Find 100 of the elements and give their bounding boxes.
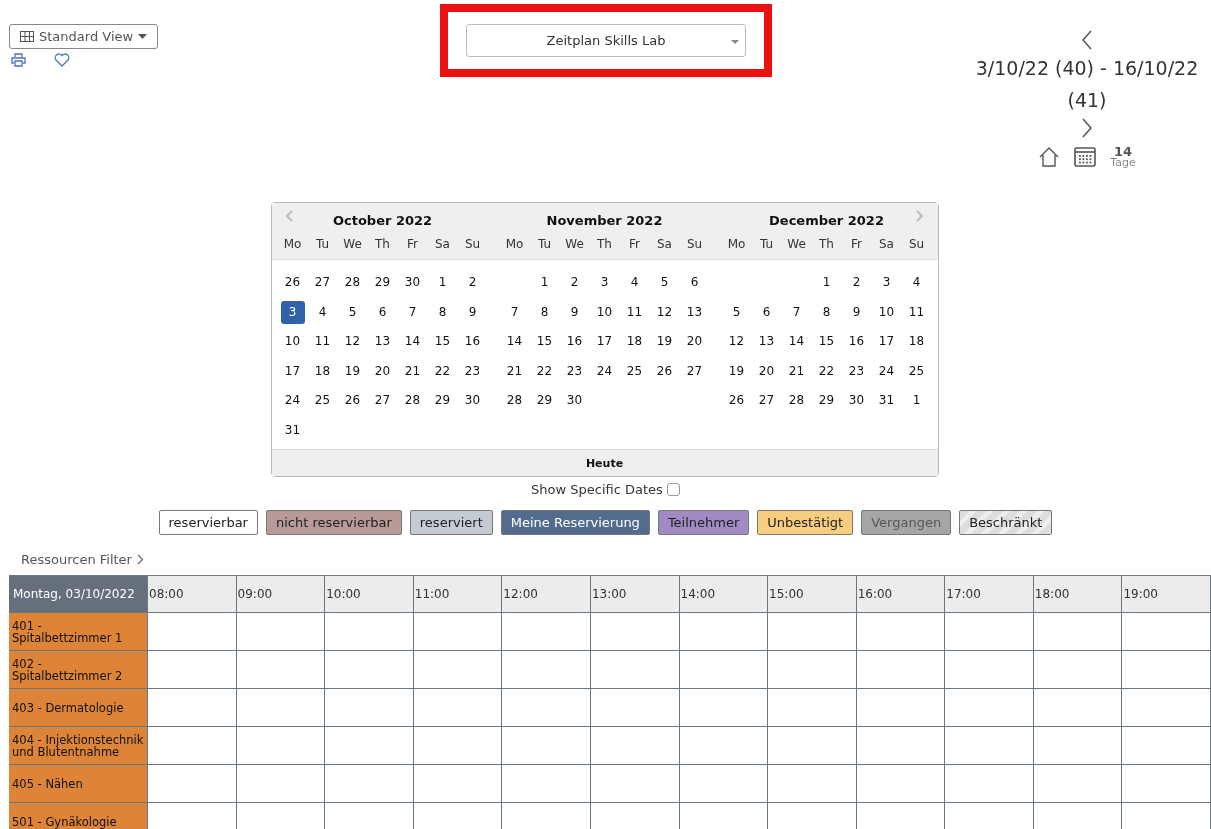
calendar-day[interactable]: 26 — [652, 359, 677, 383]
time-slot[interactable] — [1033, 651, 1123, 689]
calendar-day[interactable]: 17 — [592, 330, 617, 354]
time-slot[interactable] — [590, 651, 680, 689]
time-slot[interactable] — [325, 651, 414, 689]
calendar-day[interactable]: 4 — [622, 271, 647, 295]
time-slot[interactable] — [945, 765, 1034, 803]
calendar-day[interactable]: 26 — [280, 271, 305, 295]
calendar-day[interactable]: 6 — [370, 300, 395, 324]
time-slot[interactable] — [768, 613, 857, 651]
time-slot[interactable] — [413, 689, 503, 727]
calendar-day[interactable]: 29 — [814, 389, 839, 413]
calendar-day[interactable]: 27 — [682, 359, 707, 383]
calendar-day[interactable]: 20 — [682, 330, 707, 354]
time-slot[interactable] — [502, 651, 591, 689]
time-slot[interactable] — [502, 765, 591, 803]
time-slot[interactable] — [236, 651, 326, 689]
calendar-day[interactable]: 30 — [562, 389, 587, 413]
home-icon[interactable] — [1038, 146, 1061, 168]
time-slot[interactable] — [236, 613, 326, 651]
time-slot[interactable] — [679, 765, 769, 803]
calendar-day[interactable]: 23 — [460, 359, 485, 383]
time-slot[interactable] — [1122, 765, 1211, 803]
time-slot[interactable] — [236, 727, 326, 765]
calendar-day[interactable]: 23 — [562, 359, 587, 383]
calendar-day[interactable]: 27 — [754, 389, 779, 413]
calendar-day[interactable]: 25 — [904, 359, 929, 383]
time-slot[interactable] — [413, 727, 503, 765]
calendar-day[interactable]: 12 — [652, 300, 677, 324]
view-button[interactable]: Standard View — [9, 24, 159, 49]
time-slot[interactable] — [148, 613, 237, 651]
calendar-day[interactable]: 8 — [532, 300, 557, 324]
time-slot[interactable] — [945, 613, 1034, 651]
calendar-day[interactable]: 18 — [904, 330, 929, 354]
calendar-day[interactable]: 28 — [340, 271, 365, 295]
calendar-day[interactable]: 31 — [280, 418, 305, 442]
time-slot[interactable] — [502, 613, 591, 651]
time-slot[interactable] — [236, 689, 326, 727]
calendar-day[interactable]: 24 — [280, 389, 305, 413]
calendar-day[interactable]: 17 — [280, 359, 305, 383]
time-slot[interactable] — [413, 613, 503, 651]
time-slot[interactable] — [148, 689, 237, 727]
time-slot[interactable] — [413, 651, 503, 689]
calendar-day[interactable]: 1 — [430, 271, 455, 295]
calendar-day[interactable]: 29 — [430, 389, 455, 413]
chevron-left-icon[interactable] — [1081, 30, 1093, 50]
calendar-day[interactable]: 5 — [340, 300, 365, 324]
calendar-day[interactable]: 13 — [682, 300, 707, 324]
calendar-day[interactable]: 2 — [460, 271, 485, 295]
time-slot[interactable] — [148, 727, 237, 765]
calendar-day[interactable]: 1 — [532, 271, 557, 295]
time-slot[interactable] — [856, 765, 946, 803]
calendar-day[interactable]: 19 — [340, 359, 365, 383]
calendar-day[interactable]: 2 — [844, 271, 869, 295]
calendar-day[interactable]: 15 — [532, 330, 557, 354]
calendar-day[interactable]: 18 — [310, 359, 335, 383]
calendar-day[interactable]: 5 — [652, 271, 677, 295]
calendar-day[interactable]: 1 — [814, 271, 839, 295]
calendar-day[interactable]: 27 — [310, 271, 335, 295]
time-slot[interactable] — [1033, 727, 1123, 765]
calendar-day[interactable]: 15 — [814, 330, 839, 354]
calendar-day[interactable]: 10 — [592, 300, 617, 324]
time-slot[interactable] — [502, 689, 591, 727]
time-slot[interactable] — [502, 727, 591, 765]
time-slot[interactable] — [325, 613, 414, 651]
time-slot[interactable] — [148, 651, 237, 689]
time-slot[interactable] — [590, 765, 680, 803]
time-slot[interactable] — [1122, 613, 1211, 651]
time-slot[interactable] — [325, 727, 414, 765]
calendar-day[interactable]: 16 — [562, 330, 587, 354]
calendar-day[interactable]: 20 — [370, 359, 395, 383]
printer-icon[interactable] — [11, 53, 26, 67]
calendar-day[interactable]: 5 — [724, 300, 749, 324]
calendar-day[interactable]: 7 — [400, 300, 425, 324]
calendar-day[interactable]: 9 — [460, 300, 485, 324]
calendar-day[interactable]: 14 — [400, 330, 425, 354]
calendar-day[interactable]: 9 — [562, 300, 587, 324]
calendar-day[interactable]: 12 — [724, 330, 749, 354]
calendar-day[interactable]: 30 — [844, 389, 869, 413]
calendar-day[interactable]: 13 — [370, 330, 395, 354]
calendar-day[interactable]: 15 — [430, 330, 455, 354]
time-slot[interactable] — [768, 727, 857, 765]
resource-name[interactable]: 402 - Spitalbettzimmer 2 — [9, 651, 148, 689]
calendar-day[interactable]: 20 — [754, 359, 779, 383]
time-slot[interactable] — [679, 613, 769, 651]
calendar-day[interactable]: 21 — [784, 359, 809, 383]
time-slot[interactable] — [679, 651, 769, 689]
calendar-day[interactable]: 21 — [502, 359, 527, 383]
calendar-day[interactable]: 22 — [814, 359, 839, 383]
time-slot[interactable] — [1033, 613, 1123, 651]
time-slot[interactable] — [1122, 651, 1211, 689]
calendar-day[interactable]: 3 — [874, 271, 899, 295]
calendar-day[interactable]: 4 — [904, 271, 929, 295]
calendar-day[interactable]: 16 — [844, 330, 869, 354]
calendar-day[interactable]: 25 — [622, 359, 647, 383]
time-slot[interactable] — [768, 765, 857, 803]
calendar-day[interactable]: 6 — [682, 271, 707, 295]
calendar-icon[interactable] — [1074, 146, 1097, 168]
calendar-day[interactable]: 18 — [622, 330, 647, 354]
time-slot[interactable] — [590, 689, 680, 727]
